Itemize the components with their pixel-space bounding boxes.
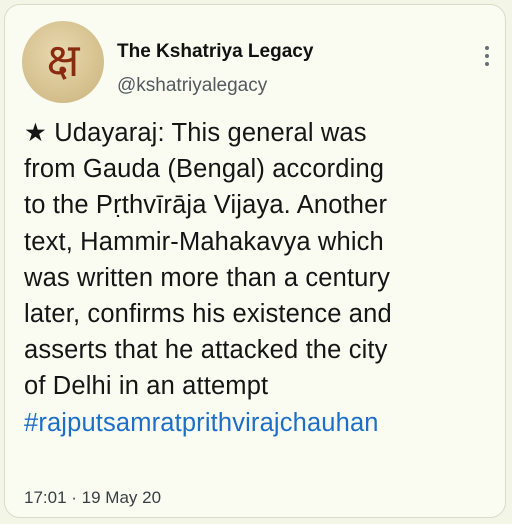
more-dots-vertical-icon bbox=[485, 54, 489, 58]
avatar[interactable]: क्ष bbox=[22, 21, 104, 103]
display-name[interactable]: The Kshatriya Legacy bbox=[117, 41, 313, 63]
more-dots-vertical-icon bbox=[485, 46, 489, 50]
tweet-text-line: to the Pṛthvīrāja Vijaya. Another bbox=[24, 191, 388, 220]
tweet-text-line: text, Hammir-Mahakavya which bbox=[24, 227, 384, 256]
account-handle[interactable]: @kshatriyalegacy bbox=[117, 75, 267, 97]
tweet-text-line: of Delhi in an attempt bbox=[24, 372, 269, 401]
more-dots-vertical-icon bbox=[485, 62, 489, 66]
tweet-text-line: was written more than a century bbox=[24, 263, 391, 292]
more-options-button[interactable] bbox=[475, 39, 499, 73]
tweet-text-line: from Gauda (Bengal) according bbox=[24, 155, 385, 184]
screenshot-frame: क्ष The Kshatriya Legacy @kshatriyalegac… bbox=[0, 0, 512, 524]
avatar-logo: क्ष bbox=[46, 33, 80, 87]
tweet-card: क्ष The Kshatriya Legacy @kshatriyalegac… bbox=[4, 4, 506, 518]
tweet-text-line: ★ Udayaraj: This general was bbox=[24, 119, 367, 147]
tweet-timestamp[interactable]: 17:01 · 19 May 20 bbox=[24, 488, 161, 508]
tweet-text-line: later, confirms his existence and bbox=[24, 300, 392, 329]
tweet-text: ★ Udayaraj: This general was from Gauda … bbox=[24, 115, 500, 441]
hashtag-link[interactable]: #rajputsamratprithvirajchauhan bbox=[24, 405, 500, 441]
tweet-text-line: asserts that he attacked the city bbox=[24, 336, 388, 365]
